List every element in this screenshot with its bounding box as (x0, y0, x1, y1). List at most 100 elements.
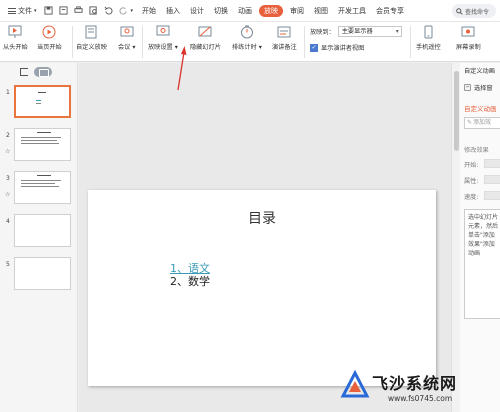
tab-home[interactable]: 开始 (137, 0, 161, 22)
slide-title[interactable]: 目录 (88, 208, 436, 228)
thumbnail-preview[interactable] (14, 171, 71, 204)
slideshow-settings-label: 放映设置 ▾ (148, 44, 178, 51)
rehearse-timing-button[interactable]: 排练计时 ▾ (232, 25, 262, 51)
slideshow-settings-icon (156, 25, 170, 36)
selection-pane-label: 选择窗 (474, 85, 493, 92)
tab-member[interactable]: 会员专享 (371, 0, 409, 22)
tab-animation[interactable]: 动画 (233, 0, 257, 22)
ribbon-toolbar: 从头开始 当页开始 自定义放映 会议 ▾ 放映设置 ▾ 隐藏幻灯片 排练计时 ▾… (0, 22, 500, 62)
thumbnail-text-line (21, 140, 57, 141)
phone-remote-button[interactable]: 手机遥控 (416, 25, 441, 51)
thumbnail-text-line (21, 137, 61, 138)
modify-effect-heading: 修改效果 (464, 147, 489, 154)
undo-icon[interactable] (104, 6, 113, 15)
quick-access-more-icon[interactable]: ▾ (131, 8, 134, 14)
ribbon-separator (410, 26, 411, 58)
file-menu-button[interactable]: 文件 ▾ (4, 0, 41, 22)
speaker-notes-button[interactable]: 演讲备注 (272, 25, 297, 51)
outline-view-icon[interactable] (20, 68, 28, 76)
search-input[interactable]: 查找命令 (452, 4, 496, 18)
file-menu-label: 文件 (18, 6, 32, 15)
meeting-button[interactable]: 会议 ▾ (118, 25, 135, 51)
property-select[interactable] (484, 175, 500, 184)
presenter-view-label: 显示演讲者视图 (321, 45, 365, 52)
slide-view-icon[interactable] (34, 67, 52, 77)
slideshow-settings-button[interactable]: 放映设置 ▾ (148, 25, 178, 51)
custom-show-icon (85, 25, 97, 39)
selection-pane-icon (464, 84, 471, 91)
thumbnail-text-line (21, 186, 59, 187)
tab-design[interactable]: 设计 (185, 0, 209, 22)
rehearse-timing-label: 排练计时 ▾ (232, 44, 262, 51)
hamburger-icon (8, 7, 16, 14)
tab-developer[interactable]: 开发工具 (333, 0, 371, 22)
save-icon[interactable] (43, 6, 53, 15)
ribbon-separator (142, 26, 143, 58)
meeting-label: 会议 ▾ (118, 44, 136, 51)
slideshow-icon (8, 25, 22, 38)
screen-record-icon (461, 26, 475, 37)
canvas-scrollbar[interactable] (451, 63, 460, 412)
thumbnail-preview[interactable] (14, 85, 71, 118)
slide-editing-canvas: 目录 1、语文 2、数学 (79, 63, 451, 412)
speed-select[interactable] (484, 191, 500, 200)
thumbnail-number: 1 (6, 89, 10, 96)
site-watermark: 飞沙系统网 www.fs0745.com (336, 364, 496, 410)
custom-show-label: 自定义放映 (76, 44, 107, 51)
chevron-down-icon: ▾ (34, 7, 37, 14)
custom-animation-pane: 自定义动画 选择窗 自定义动画 ✎ 添加效 修改效果 开始: 属性: 速度: 选… (460, 63, 500, 412)
tab-insert[interactable]: 插入 (161, 0, 185, 22)
animation-star-icon: ☆ (5, 191, 11, 198)
thumbnail-text-line (36, 100, 41, 101)
print-icon[interactable] (73, 6, 83, 15)
thumbnail-title-line (38, 92, 46, 93)
tab-slideshow[interactable]: 放映 (259, 4, 284, 17)
presenter-view-option[interactable]: ✓ 显示演讲者视图 (310, 43, 364, 52)
watermark-logo-icon (340, 370, 370, 398)
current-slide[interactable]: 目录 1、语文 2、数学 (88, 190, 436, 386)
speed-label: 速度: (464, 194, 479, 201)
tab-view[interactable]: 视图 (309, 0, 333, 22)
ribbon-separator (72, 26, 73, 58)
redo-icon[interactable] (119, 6, 128, 15)
thumbnail-text-line (21, 143, 59, 144)
selection-pane-button[interactable]: 选择窗 (464, 83, 493, 92)
phone-remote-label: 手机遥控 (416, 44, 441, 51)
screen-record-label: 屏幕录制 (456, 44, 481, 51)
display-select[interactable]: 主要显示器 (337, 26, 402, 37)
thumbnail-preview[interactable] (14, 214, 71, 247)
phone-icon (424, 25, 433, 39)
thumbnail-preview[interactable] (14, 128, 71, 161)
thumbnail-text-line (21, 183, 55, 184)
tab-transition[interactable]: 切换 (209, 0, 233, 22)
thumbnail-text-line (21, 180, 61, 181)
timer-icon (240, 25, 253, 39)
tab-review[interactable]: 审阅 (285, 0, 309, 22)
screen-record-button[interactable]: 屏幕录制 (456, 25, 481, 51)
print-preview-icon[interactable] (88, 6, 98, 15)
add-effect-button[interactable]: ✎ 添加效 (464, 117, 500, 129)
play-from-start-button[interactable]: 从头开始 (3, 25, 28, 51)
custom-show-button[interactable]: 自定义放映 (76, 25, 107, 51)
play-current-icon (42, 25, 56, 39)
hide-slide-button[interactable]: 隐藏幻灯片 (190, 25, 221, 51)
slide-thumbnail-panel: 1 2 ☆ 3 ☆ 4 5 (0, 63, 78, 412)
animation-list[interactable]: 选中幻灯片元素，然后单击"添加效果"添加动画 (464, 209, 500, 319)
start-select[interactable] (484, 159, 500, 168)
watermark-text: 飞沙系统网 (372, 374, 458, 393)
thumbnail-preview[interactable] (14, 257, 71, 290)
presenter-view-checkbox[interactable]: ✓ (310, 43, 318, 52)
pane-title: 自定义动画 (464, 68, 495, 75)
meeting-icon (120, 26, 134, 37)
search-icon (456, 7, 463, 15)
history-icon[interactable] (58, 6, 68, 15)
display-label: 放映到： (310, 29, 335, 36)
thumbnail-title-line (37, 132, 51, 133)
property-label: 属性: (464, 178, 479, 185)
toc-item-math[interactable]: 2、数学 (170, 273, 210, 289)
speaker-notes-label: 演讲备注 (272, 44, 297, 51)
scrollbar-thumb[interactable] (454, 71, 459, 151)
thumbnail-number: 3 (6, 175, 10, 182)
custom-animation-heading: 自定义动画 (464, 105, 497, 113)
play-current-button[interactable]: 当页开始 (37, 25, 62, 51)
